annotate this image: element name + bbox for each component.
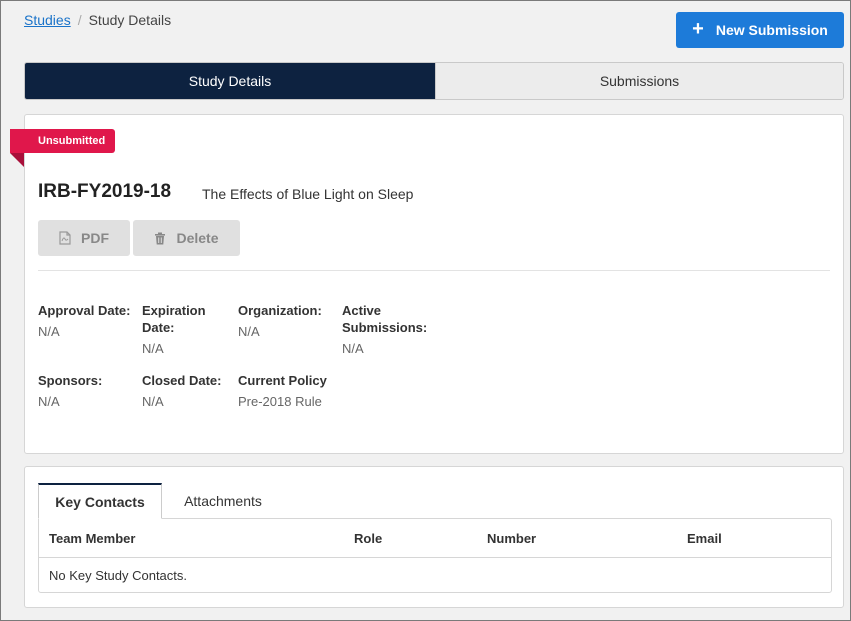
- field-value: N/A: [238, 324, 260, 339]
- pdf-button-label: PDF: [81, 230, 109, 246]
- column-header-role: Role: [354, 531, 383, 546]
- field-approval-date: Approval Date: N/A: [38, 302, 138, 340]
- field-current-policy: Current Policy Pre-2018 Rule: [238, 372, 348, 410]
- empty-table-message: No Key Study Contacts.: [49, 568, 188, 583]
- breadcrumb-separator: /: [77, 12, 82, 28]
- status-badge-fold: [10, 153, 24, 167]
- field-value: N/A: [142, 341, 164, 356]
- study-id: IRB-FY2019-18: [38, 181, 172, 202]
- study-title: The Effects of Blue Light on Sleep: [202, 186, 414, 202]
- main-tabs: Study Details Submissions: [24, 62, 844, 100]
- delete-button-label: Delete: [176, 230, 219, 246]
- pdf-button[interactable]: PDF: [38, 220, 130, 256]
- tab-submissions[interactable]: Submissions: [435, 63, 843, 99]
- field-label: Organization:: [238, 303, 322, 318]
- field-value: Pre-2018 Rule: [238, 394, 322, 409]
- column-header-number: Number: [487, 531, 537, 546]
- tab-key-contacts[interactable]: Key Contacts: [38, 483, 162, 519]
- divider: [38, 270, 830, 271]
- plus-icon: +: [692, 18, 704, 40]
- field-label: Active Submissions:: [342, 303, 428, 335]
- field-expiration-date: Expiration Date: N/A: [142, 302, 224, 357]
- field-label: Current Policy: [238, 373, 327, 388]
- new-submission-button[interactable]: + New Submission: [676, 12, 844, 48]
- field-label: Closed Date:: [142, 373, 222, 388]
- field-label: Sponsors:: [38, 373, 103, 388]
- field-sponsors: Sponsors: N/A: [38, 372, 138, 410]
- table-header-divider: [39, 557, 831, 558]
- new-submission-label: New Submission: [715, 22, 828, 38]
- field-value: N/A: [38, 324, 60, 339]
- tab-attachments[interactable]: Attachments: [162, 483, 284, 519]
- field-value: N/A: [142, 394, 164, 409]
- delete-button[interactable]: Delete: [133, 220, 240, 256]
- field-active-submissions: Active Submissions: N/A: [342, 302, 432, 357]
- tab-study-details[interactable]: Study Details: [25, 63, 435, 99]
- pdf-file-icon: [59, 231, 71, 245]
- field-closed-date: Closed Date: N/A: [142, 372, 236, 410]
- field-label: Expiration Date:: [142, 303, 206, 335]
- contacts-table: Team Member Role Number Email No Key Stu…: [38, 518, 832, 593]
- status-badge: Unsubmitted: [10, 129, 116, 153]
- trash-icon: [155, 232, 166, 244]
- breadcrumb-studies-link[interactable]: Studies: [24, 12, 71, 28]
- breadcrumb-current: Study Details: [88, 12, 172, 28]
- field-organization: Organization: N/A: [238, 302, 338, 340]
- field-label: Approval Date:: [38, 303, 131, 318]
- breadcrumb: Studies / Study Details: [24, 12, 171, 28]
- field-value: N/A: [38, 394, 60, 409]
- column-header-team-member: Team Member: [49, 531, 136, 546]
- column-header-email: Email: [687, 531, 722, 546]
- field-value: N/A: [342, 341, 364, 356]
